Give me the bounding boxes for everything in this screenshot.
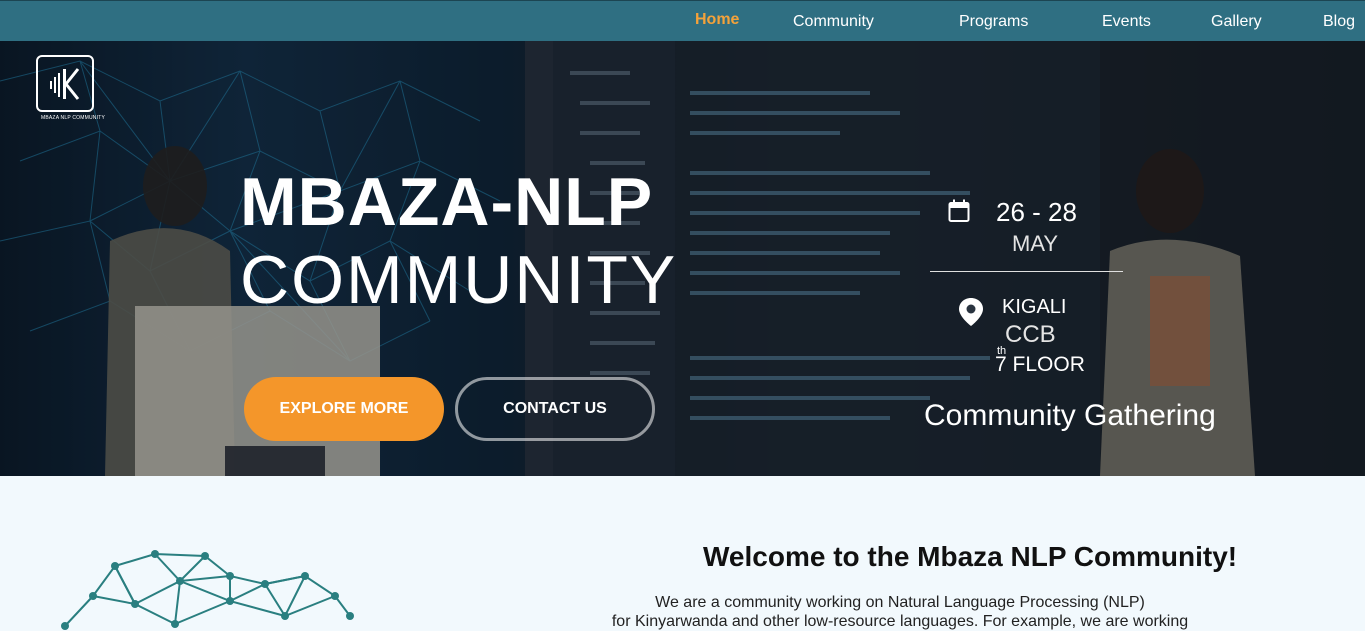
welcome-text-line1: We are a community working on Natural La… bbox=[655, 594, 1145, 611]
event-floor-super: th bbox=[997, 345, 1007, 357]
logo-caption: MBAZA NLP COMMUNITY bbox=[41, 115, 105, 121]
nav-community[interactable]: Community bbox=[793, 13, 874, 31]
hero-title-line2: COMMUNITY bbox=[240, 242, 678, 318]
explore-more-button[interactable]: EXPLORE MORE bbox=[244, 377, 444, 441]
welcome-section: Welcome to the Mbaza NLP Community! We a… bbox=[0, 476, 1365, 630]
welcome-title: Welcome to the Mbaza NLP Community! bbox=[703, 541, 1238, 572]
nav-programs[interactable]: Programs bbox=[959, 13, 1028, 31]
nav-gallery[interactable]: Gallery bbox=[1211, 13, 1262, 31]
welcome-description: We are a community working on Natural La… bbox=[570, 593, 1230, 631]
contact-us-button[interactable]: CONTACT US bbox=[455, 377, 655, 441]
event-venue: CCB bbox=[1005, 321, 1056, 348]
event-city: KIGALI bbox=[1002, 296, 1067, 318]
site-logo[interactable] bbox=[36, 55, 94, 112]
hero-title-line1: MBAZA-NLP bbox=[240, 164, 654, 240]
event-month: MAY bbox=[1012, 231, 1059, 256]
event-floor: th 7 FLOOR bbox=[995, 345, 1085, 377]
welcome-text-line2: for Kinyarwanda and other low-resource l… bbox=[611, 613, 1189, 630]
nav-home[interactable]: Home bbox=[695, 11, 739, 29]
top-navbar: Home Community Programs Events Gallery B… bbox=[0, 0, 1365, 41]
hero-banner: MBAZA NLP COMMUNITY MBAZA-NLP COMMUNITY … bbox=[0, 41, 1365, 476]
event-date: 26 - 28 bbox=[996, 197, 1077, 227]
nav-events[interactable]: Events bbox=[1102, 13, 1151, 31]
event-name: Community Gathering bbox=[924, 399, 1216, 432]
event-divider bbox=[930, 271, 1123, 272]
nav-blog[interactable]: Blog bbox=[1323, 13, 1355, 31]
event-floor-text: 7 FLOOR bbox=[995, 353, 1085, 376]
soundwave-k-icon bbox=[50, 68, 80, 100]
location-pin-icon bbox=[959, 298, 983, 326]
calendar-icon bbox=[948, 199, 970, 222]
network-graph-illustration bbox=[61, 550, 354, 630]
